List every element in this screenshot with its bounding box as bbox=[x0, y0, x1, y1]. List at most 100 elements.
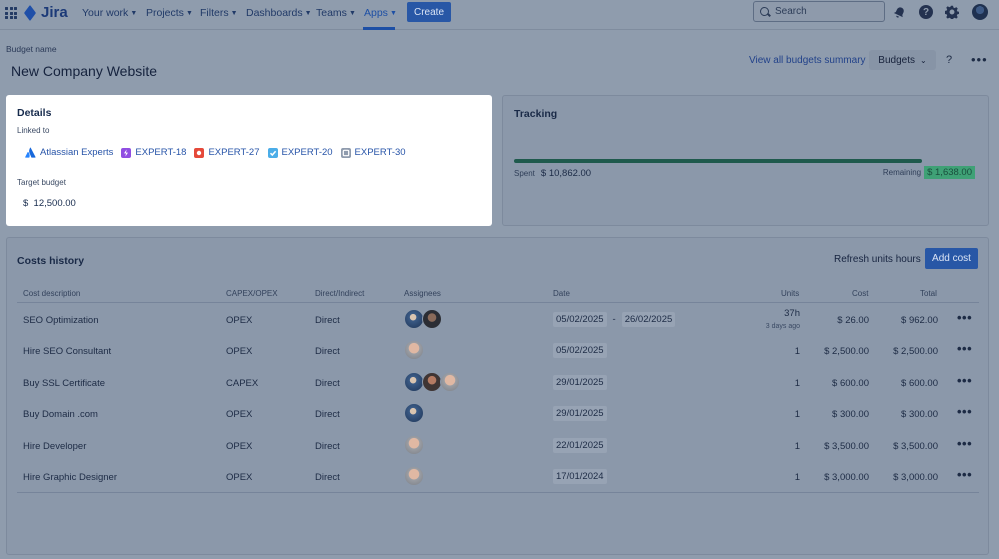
column-header-date[interactable]: Date bbox=[553, 289, 570, 298]
apps-grid-icon[interactable] bbox=[5, 7, 17, 19]
cost-description[interactable]: Hire Developer bbox=[23, 441, 86, 452]
cost-value: $ 3,000.00 bbox=[824, 472, 869, 483]
assignee-avatar[interactable] bbox=[404, 309, 424, 329]
nav-teams[interactable]: Teams ▼ bbox=[316, 7, 356, 19]
table-row[interactable]: Hire Developer OPEX Direct 22/01/2025 1 $ 3,5… bbox=[7, 430, 990, 461]
row-more-button[interactable]: ••• bbox=[957, 373, 972, 388]
column-header-assignees[interactable]: Assignees bbox=[404, 289, 441, 298]
target-budget-value[interactable]: $ 12,500.00 bbox=[23, 198, 76, 209]
cost-description[interactable]: Buy SSL Certificate bbox=[23, 378, 105, 389]
jira-logo[interactable]: Jira bbox=[25, 4, 68, 21]
date-chip[interactable]: 17/01/2024 bbox=[553, 469, 607, 484]
table-row[interactable]: Hire Graphic Designer OPEX Direct 17/01/202… bbox=[7, 461, 990, 492]
column-header-cost[interactable]: Cost bbox=[852, 289, 868, 298]
chevron-down-icon: ⌄ bbox=[920, 55, 927, 65]
units-value: 1 bbox=[794, 409, 800, 420]
costs-history-panel: Costs history Refresh units hours Add co… bbox=[6, 237, 989, 555]
search-input[interactable] bbox=[775, 6, 875, 17]
assignee-avatar[interactable] bbox=[404, 403, 424, 423]
capex-opex-value: OPEX bbox=[226, 472, 253, 483]
linked-item[interactable]: EXPERT-18 bbox=[121, 147, 186, 158]
linked-item[interactable]: EXPERT-30 bbox=[340, 147, 406, 158]
nav-filters[interactable]: Filters ▼ bbox=[200, 7, 238, 19]
details-title: Details bbox=[17, 107, 52, 119]
date-chip[interactable]: 29/01/2025 bbox=[553, 375, 607, 390]
capex-opex-value: OPEX bbox=[226, 441, 253, 452]
search-box[interactable] bbox=[753, 1, 885, 22]
settings-icon[interactable] bbox=[944, 4, 960, 20]
linked-items: Atlassian Experts EXPERT-18 EXPERT-27 EX… bbox=[25, 147, 406, 158]
nav-label: Your work bbox=[82, 7, 129, 19]
total-value: $ 962.00 bbox=[901, 315, 938, 326]
help-button[interactable]: ? bbox=[946, 54, 952, 66]
nav-dashboards[interactable]: Dashboards ▼ bbox=[246, 7, 312, 19]
page-title[interactable]: New Company Website bbox=[11, 63, 157, 79]
column-header-total[interactable]: Total bbox=[920, 289, 937, 298]
column-header-capex-opex[interactable]: CAPEX/OPEX bbox=[226, 289, 278, 298]
date-cell: 29/01/2025 bbox=[553, 406, 607, 421]
more-actions-button[interactable]: ••• bbox=[971, 52, 988, 67]
column-header-direct-indirect[interactable]: Direct/Indirect bbox=[315, 289, 364, 298]
nav-your-work[interactable]: Your work ▼ bbox=[82, 7, 137, 19]
date-chip[interactable]: 05/02/2025 bbox=[553, 312, 607, 327]
row-more-button[interactable]: ••• bbox=[957, 436, 972, 451]
row-more-button[interactable]: ••• bbox=[957, 467, 972, 482]
assignees-group bbox=[404, 466, 424, 486]
linked-item[interactable]: EXPERT-20 bbox=[267, 147, 333, 158]
tracking-panel: Tracking Spent $ 10,862.00 Remaining $ 1,6… bbox=[502, 95, 989, 226]
active-nav-indicator bbox=[363, 27, 395, 30]
table-row[interactable]: Buy SSL Certificate CAPEX Direct 29/01/2025… bbox=[7, 367, 990, 398]
linked-item-label: EXPERT-20 bbox=[281, 147, 333, 158]
cost-description[interactable]: Hire Graphic Designer bbox=[23, 472, 117, 483]
chevron-down-icon: ▼ bbox=[230, 9, 238, 17]
bell-icon[interactable] bbox=[891, 4, 907, 20]
date-chip[interactable]: 05/02/2025 bbox=[553, 343, 607, 358]
assignee-avatar[interactable] bbox=[440, 372, 460, 392]
assignee-avatar[interactable] bbox=[422, 372, 442, 392]
table-row[interactable]: SEO Optimization OPEX Direct 05/02/2025-26/… bbox=[7, 304, 990, 335]
add-cost-button[interactable]: Add cost bbox=[925, 248, 978, 269]
budgets-dropdown-button[interactable]: Budgets ⌄ bbox=[869, 50, 936, 70]
budget-name-label: Budget name bbox=[6, 44, 57, 54]
row-more-button[interactable]: ••• bbox=[957, 310, 972, 325]
refresh-units-hours-button[interactable]: Refresh units hours bbox=[834, 254, 921, 265]
column-header-units[interactable]: Units bbox=[781, 289, 799, 298]
help-icon[interactable]: ? bbox=[918, 4, 934, 20]
direct-indirect-value: Direct bbox=[315, 409, 340, 420]
nav-label: Teams bbox=[316, 7, 347, 19]
nav-projects[interactable]: Projects ▼ bbox=[146, 7, 193, 19]
table-row[interactable]: Hire SEO Consultant OPEX Direct 05/02/2025 1… bbox=[7, 335, 990, 366]
assignee-avatar[interactable] bbox=[404, 435, 424, 455]
cost-description[interactable]: Hire SEO Consultant bbox=[23, 346, 111, 357]
linked-item-label: EXPERT-18 bbox=[135, 147, 187, 158]
spent-progress-bar bbox=[514, 159, 922, 163]
column-header-description[interactable]: Cost description bbox=[23, 289, 80, 298]
row-more-button[interactable]: ••• bbox=[957, 341, 972, 356]
nav-label: Projects bbox=[146, 7, 184, 19]
date-end-chip[interactable]: 26/02/2025 bbox=[621, 312, 676, 327]
assignee-avatar[interactable] bbox=[404, 372, 424, 392]
cost-value: $ 26.00 bbox=[837, 315, 869, 326]
date-cell: 17/01/2024 bbox=[553, 469, 607, 484]
create-button[interactable]: Create bbox=[407, 2, 451, 22]
view-budgets-summary-link[interactable]: View all budgets summary bbox=[749, 55, 866, 66]
task-icon bbox=[267, 147, 278, 158]
assignee-avatar[interactable] bbox=[404, 340, 424, 360]
table-row[interactable]: Buy Domain .com OPEX Direct 29/01/2025 1 $ 30… bbox=[7, 398, 990, 429]
nav-label: Dashboards bbox=[246, 7, 303, 19]
date-chip[interactable]: 22/01/2025 bbox=[553, 438, 607, 453]
avatar[interactable] bbox=[972, 4, 988, 20]
linked-item[interactable]: Atlassian Experts bbox=[25, 147, 113, 158]
date-chip[interactable]: 29/01/2025 bbox=[553, 406, 607, 421]
details-panel: Details Linked to Atlassian Experts EXPE… bbox=[6, 95, 492, 226]
cost-description[interactable]: Buy Domain .com bbox=[23, 409, 98, 420]
cost-value: $ 300.00 bbox=[832, 409, 869, 420]
assignee-avatar[interactable] bbox=[422, 309, 442, 329]
date-cell: 22/01/2025 bbox=[553, 438, 607, 453]
tracking-title: Tracking bbox=[514, 108, 558, 120]
linked-item[interactable]: EXPERT-27 bbox=[194, 147, 260, 158]
cost-description[interactable]: SEO Optimization bbox=[23, 315, 99, 326]
nav-apps[interactable]: Apps ▼ bbox=[364, 7, 397, 19]
row-more-button[interactable]: ••• bbox=[957, 404, 972, 419]
assignee-avatar[interactable] bbox=[404, 466, 424, 486]
